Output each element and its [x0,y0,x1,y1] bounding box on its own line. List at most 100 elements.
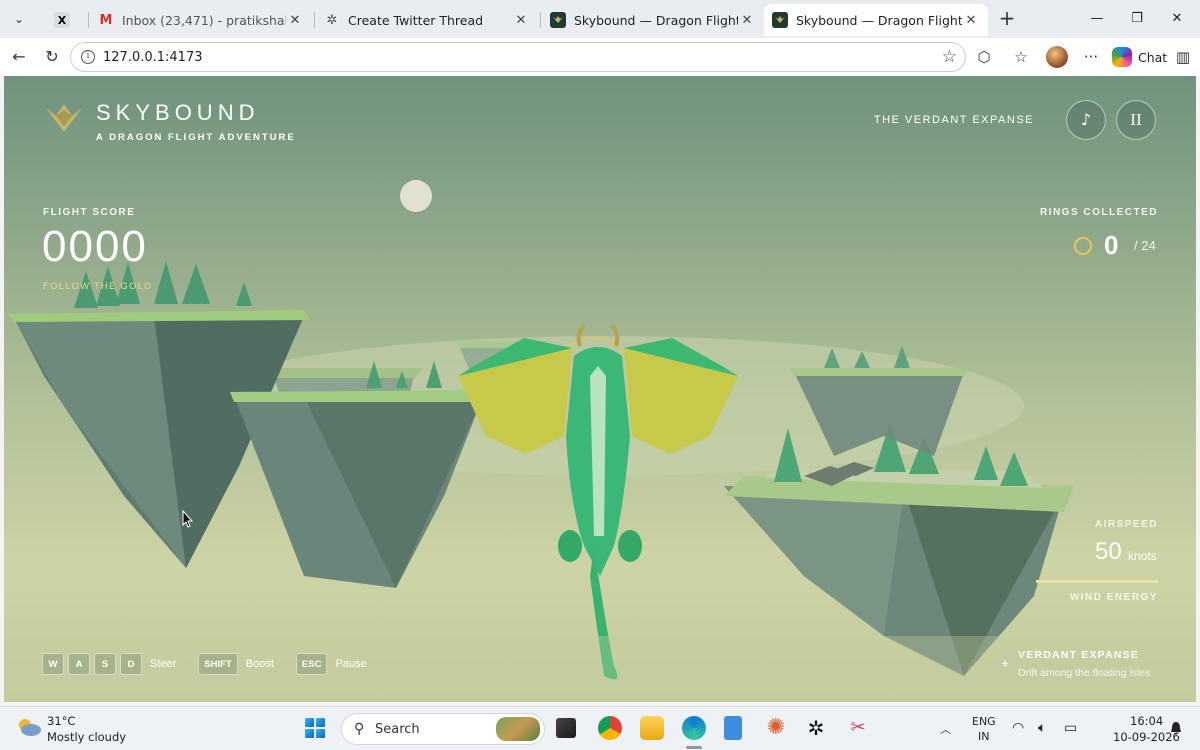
skybound-logo-icon [46,104,82,132]
close-icon: ✕ [1171,11,1183,26]
region-name: THE VERDANT EXPANSE [873,114,1034,126]
edge-icon[interactable] [682,716,706,740]
refresh-icon: ↻ [45,47,59,66]
copilot-icon [1112,47,1132,67]
chatgpt-icon: ✲ [326,12,338,28]
notepad-icon[interactable] [724,716,742,740]
close-tab-icon[interactable]: ✕ [286,13,304,28]
close-tab-icon[interactable]: ✕ [512,13,530,28]
key-shift: SHIFT [198,653,238,675]
wind-energy-label: WIND ENERGY [1069,592,1158,603]
chrome-icon[interactable] [598,716,622,740]
brand-subtitle: A DRAGON FLIGHT ADVENTURE [96,132,296,143]
gmail-icon: M [99,12,113,28]
back-button[interactable]: ← [8,46,30,68]
minimize-window-button[interactable]: — [1086,8,1108,30]
puzzle-icon: ⬡ [977,48,991,66]
tab-title: Skybound — Dragon Flight [796,12,962,28]
airspeed-label: AIRSPEED [1094,519,1158,530]
rings-collected-count: 0 [1104,230,1119,260]
volume-icon[interactable]: 🔈︎ [1038,720,1046,736]
airspeed-unit: knots [1128,549,1157,563]
tab-title: Create Twitter Thread [348,12,484,28]
new-tab-button[interactable]: + [996,8,1018,30]
score-hint: FOLLOW THE GOLD [43,281,153,292]
search-highlight-image [496,717,540,741]
refresh-button[interactable]: ↻ [41,46,63,68]
tab-skybound-1[interactable]: Skybound — Dragon Flight ✕ [542,4,764,36]
windows-taskbar: 31°C Mostly cloudy ⚲ Search ✺ ✲ ✂ ︿ ENG … [0,706,1200,750]
ring-icon [1074,237,1092,255]
music-toggle-button[interactable]: ♪ [1066,100,1106,140]
tab-create-twitter-thread[interactable]: ✲ Create Twitter Thread ✕ [316,4,538,36]
restore-window-button[interactable]: ❐ [1126,8,1148,30]
chat-label: Chat [1138,49,1168,65]
airspeed-value: 50 [1095,538,1122,565]
taskbar-search[interactable]: ⚲ Search [341,713,545,745]
pause-button[interactable]: II [1116,100,1156,140]
plus-icon: + [998,6,1016,30]
tab-skybound-active[interactable]: Skybound — Dragon Flight ✕ [764,4,988,36]
brand-title: SKYBOUND [96,100,260,125]
music-note-icon: ♪ [1080,110,1092,129]
key-esc: ESC [295,653,328,675]
game-viewport[interactable]: SKYBOUND A DRAGON FLIGHT ADVENTURE THE V… [4,76,1196,702]
x-twitter-icon: X [54,12,70,28]
start-button[interactable] [305,718,325,738]
tab-x-twitter[interactable]: X [46,4,86,36]
moon [400,180,432,212]
mid-left-floating-island [230,361,488,588]
key-a: A [68,653,90,675]
favorite-star-icon[interactable]: ☆ [942,47,957,67]
profile-avatar[interactable] [1046,46,1068,68]
claude-icon[interactable]: ✺ [764,716,788,740]
chatgpt-icon[interactable]: ✲ [804,716,828,740]
region-bottom-subtitle: Drift among the floating isles [1018,667,1151,679]
compass-icon: ⌖ [1001,657,1009,672]
sidebar-toggle-button[interactable]: ▥ [1172,46,1194,68]
site-info-icon[interactable]: i [81,50,95,64]
key-d: D [120,653,142,675]
flight-score-value: 0000 [42,222,148,271]
close-window-button[interactable]: ✕ [1166,8,1188,30]
rings-total: / 24 [1134,238,1156,253]
show-hidden-icons-chevron-icon[interactable]: ︿ [940,721,951,737]
boost-caption: Boost [245,658,274,670]
arrow-left-icon: ← [12,47,26,66]
weather-temperature[interactable]: 31°C [47,714,75,728]
snipping-tool-icon[interactable]: ✂ [846,716,870,740]
copilot-chat-button[interactable]: Chat [1112,45,1167,69]
language-region[interactable]: IN [978,730,989,743]
key-s: S [94,653,116,675]
skybound-icon [772,12,788,28]
partly-cloudy-icon[interactable] [16,716,42,738]
tab-gmail-inbox[interactable]: M Inbox (23,471) - pratikshakano56@ ✕ [90,4,312,36]
battery-icon[interactable]: ▭ [1064,720,1077,736]
wifi-icon[interactable]: ◠ [1012,720,1024,736]
wind-energy-fill [1036,580,1158,583]
restore-icon: ❐ [1131,11,1143,26]
rings-collected-label: RINGS COLLECTED [1039,207,1158,218]
file-explorer-icon[interactable] [640,716,664,740]
more-dots-icon: ··· [1083,48,1099,66]
search-placeholder: Search [375,722,420,737]
close-tab-icon[interactable]: ✕ [738,13,756,28]
notification-bell-icon[interactable] [1168,721,1184,737]
controls-legend: W A S D Steer SHIFT Boost ESC Pause [42,652,389,676]
address-bar[interactable]: i 127.0.0.1:4173 ☆ [70,42,966,72]
close-tab-icon[interactable]: ✕ [962,13,980,28]
pause-icon: II [1130,111,1142,129]
browser-tab-strip: ⌄ X M Inbox (23,471) - pratikshakano56@ … [0,0,1200,38]
language-indicator[interactable]: ENG [972,715,996,728]
task-view-icon[interactable] [556,718,576,738]
extensions-button[interactable]: ⬡ [973,46,995,68]
favorites-button[interactable]: ☆ [1010,46,1032,68]
tab-actions-menu-button[interactable]: ⌄ [6,6,32,32]
weather-description[interactable]: Mostly cloudy [47,730,126,744]
clock-time[interactable]: 16:04 [1130,714,1163,728]
settings-more-button[interactable]: ··· [1080,46,1102,68]
url-text[interactable]: 127.0.0.1:4173 [103,50,203,65]
sidebar-icon: ▥ [1175,48,1191,66]
pause-caption: Pause [335,658,367,670]
chevron-down-icon: ⌄ [13,12,25,26]
